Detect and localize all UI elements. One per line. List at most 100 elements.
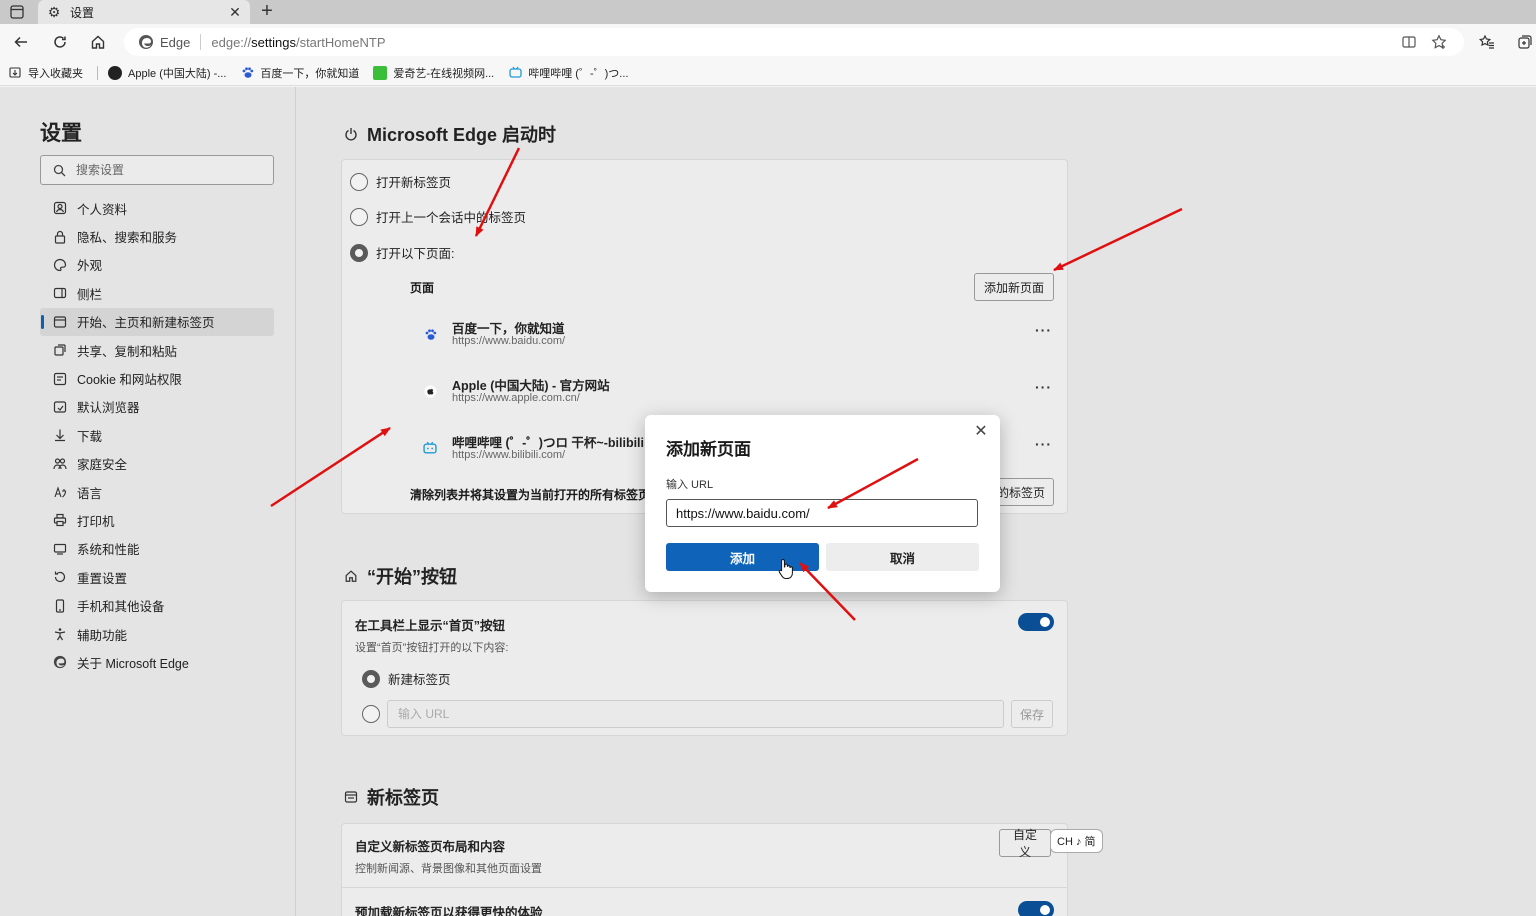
customize-button[interactable]: 自定义 [999,828,1051,859]
radio-button[interactable] [362,705,380,723]
search-input[interactable] [76,163,256,177]
sidebar-item-label: 家庭安全 [77,458,128,473]
phone-icon [52,598,68,614]
page-title: 设置 [40,122,82,145]
tab-bar: ⚙ 设置 ✕ + [0,0,1536,24]
page-url-text: https://www.baidu.com/ [452,335,566,347]
pages-heading: 页面 [410,281,435,295]
home-url-input[interactable] [387,700,1004,728]
bookmark-label: Apple (中国大陆) -... [128,67,227,80]
more-icon[interactable]: ··· [1035,322,1052,338]
close-icon[interactable]: ✕ [972,423,990,441]
bookmark-item[interactable]: 哔哩哔哩 (゜-゜)つ... [508,65,628,81]
bookmark-item[interactable]: 爱奇艺-在线视频网... [373,65,494,81]
bookmark-item[interactable]: 导入收藏夹 [8,65,83,81]
new-tab-icon [343,789,359,805]
sidebar-item-label: Cookie 和网站权限 [77,373,182,388]
browser-icon [52,399,68,415]
radio-button[interactable] [362,669,380,688]
sidebar-item-label: 系统和性能 [77,543,140,558]
sidebar-item-label: 隐私、搜索和服务 [77,231,178,246]
more-icon[interactable]: ··· [1035,436,1052,452]
lock-icon [52,229,68,245]
apple-icon [108,65,122,80]
appearance-icon [52,257,68,273]
radio-label: 打开新标签页 [376,176,452,190]
show-home-button-toggle[interactable] [1018,613,1054,631]
sidebar-item-default-browser[interactable]: 默认浏览器 [40,393,274,421]
collections-icon[interactable] [1514,32,1536,52]
address-bar[interactable]: Edge edge://settings/startHomeNTP [124,28,1464,56]
site-label: Edge [160,34,191,50]
baidu-icon [240,66,254,80]
reading-view-icon[interactable] [1400,34,1418,50]
settings-sidebar: 设置 个人资料 隐私、搜索和服务 外观 侧栏 开始、主页和新建标签页 共享、复制… [0,87,296,916]
url-text: edge://settings/startHomeNTP [211,35,385,50]
sidebar-item-share[interactable]: 共享、复制和粘贴 [40,336,274,364]
sidebar-item-printers[interactable]: 打印机 [40,506,274,534]
dialog-title: 添加新页面 [666,440,751,459]
share-icon [52,342,68,358]
sidebar-item-start-home[interactable]: 开始、主页和新建标签页 [40,307,274,336]
cancel-button[interactable]: 取消 [826,543,979,571]
sidebar-item-language[interactable]: 语言 [40,478,274,506]
sidebar-item-label: 手机和其他设备 [77,600,165,615]
edge-icon [139,35,153,49]
more-icon[interactable]: ··· [1035,379,1052,395]
clear-list-label: 清除列表并将其设置为当前打开的所有标签页 [410,488,651,502]
add-page-dialog: 添加新页面 ✕ 输入 URL 添加 取消 [645,415,1000,592]
radio-label: 打开以下页面: [376,247,455,261]
bookmark-label: 百度一下，你就知道 [260,67,360,80]
sidebar-item-label: 重置设置 [77,571,128,586]
home-option-url[interactable] [362,705,388,723]
search-box[interactable] [40,155,274,185]
home-option-new-tab[interactable]: 新建标签页 [362,669,451,688]
save-button[interactable]: 保存 [1011,700,1053,728]
tab-title: 设置 [70,5,95,20]
preload-new-tab-toggle[interactable] [1018,901,1054,916]
new-tab-button[interactable]: + [256,0,278,24]
sidebar-item-about[interactable]: 关于 Microsoft Edge [40,648,274,676]
home-button-section-title: “开始”按钮 [343,563,457,589]
bookmark-item[interactable]: 百度一下，你就知道 [240,65,359,81]
close-icon[interactable]: ✕ [228,5,242,19]
new-tab-section-title: 新标签页 [343,784,439,810]
bookmark-item[interactable]: Apple (中国大陆) -... [108,65,226,81]
sidebar-item-phone[interactable]: 手机和其他设备 [40,591,274,619]
tab-actions-icon[interactable] [6,2,28,22]
cookie-icon [52,371,68,387]
ime-indicator[interactable]: CH ♪ 简 [1050,829,1103,853]
add-button[interactable]: 添加 [666,543,819,571]
home-icon[interactable] [85,30,111,54]
radio-button[interactable] [350,207,368,226]
refresh-icon[interactable] [47,30,73,54]
sidebar-item-cookies[interactable]: Cookie 和网站权限 [40,364,274,392]
preload-new-tab-label: 预加载新标签页以获得更快的体验 [355,906,543,916]
radio-button[interactable] [350,172,368,191]
sidebar-item-label: 默认浏览器 [77,401,140,416]
sidebar-item-appearance[interactable]: 外观 [40,251,274,279]
favorite-add-icon[interactable] [1430,34,1448,50]
sidebar-item-label: 外观 [77,259,103,274]
sidebar-item-family[interactable]: 家庭安全 [40,450,274,478]
sidebar-item-reset[interactable]: 重置设置 [40,563,274,591]
sidebar-item-privacy[interactable]: 隐私、搜索和服务 [40,222,274,250]
radio-button[interactable] [350,243,368,262]
url-input[interactable] [666,499,978,527]
startup-option-specific-pages[interactable]: 打开以下页面: [350,243,454,262]
sidebar-item-profile[interactable]: 个人资料 [40,194,274,222]
tab-settings[interactable]: ⚙ 设置 ✕ [38,0,250,24]
favorites-icon[interactable] [1476,32,1498,52]
sidebar-item-label: 语言 [77,486,103,501]
startup-option-previous-session[interactable]: 打开上一个会话中的标签页 [350,207,526,226]
sidebar-item-label: 下载 [77,429,103,444]
sidebar-item-accessibility[interactable]: 辅助功能 [40,620,274,648]
add-new-page-button[interactable]: 添加新页面 [974,273,1054,301]
startup-option-new-tab[interactable]: 打开新标签页 [350,172,451,191]
sidebar-item-downloads[interactable]: 下载 [40,421,274,449]
sidebar-item-system[interactable]: 系统和性能 [40,535,274,563]
back-icon[interactable] [8,30,34,54]
sidebar-item-label: 辅助功能 [77,628,128,643]
sidebar-item-sidebar[interactable]: 侧栏 [40,279,274,307]
system-icon [52,541,68,557]
